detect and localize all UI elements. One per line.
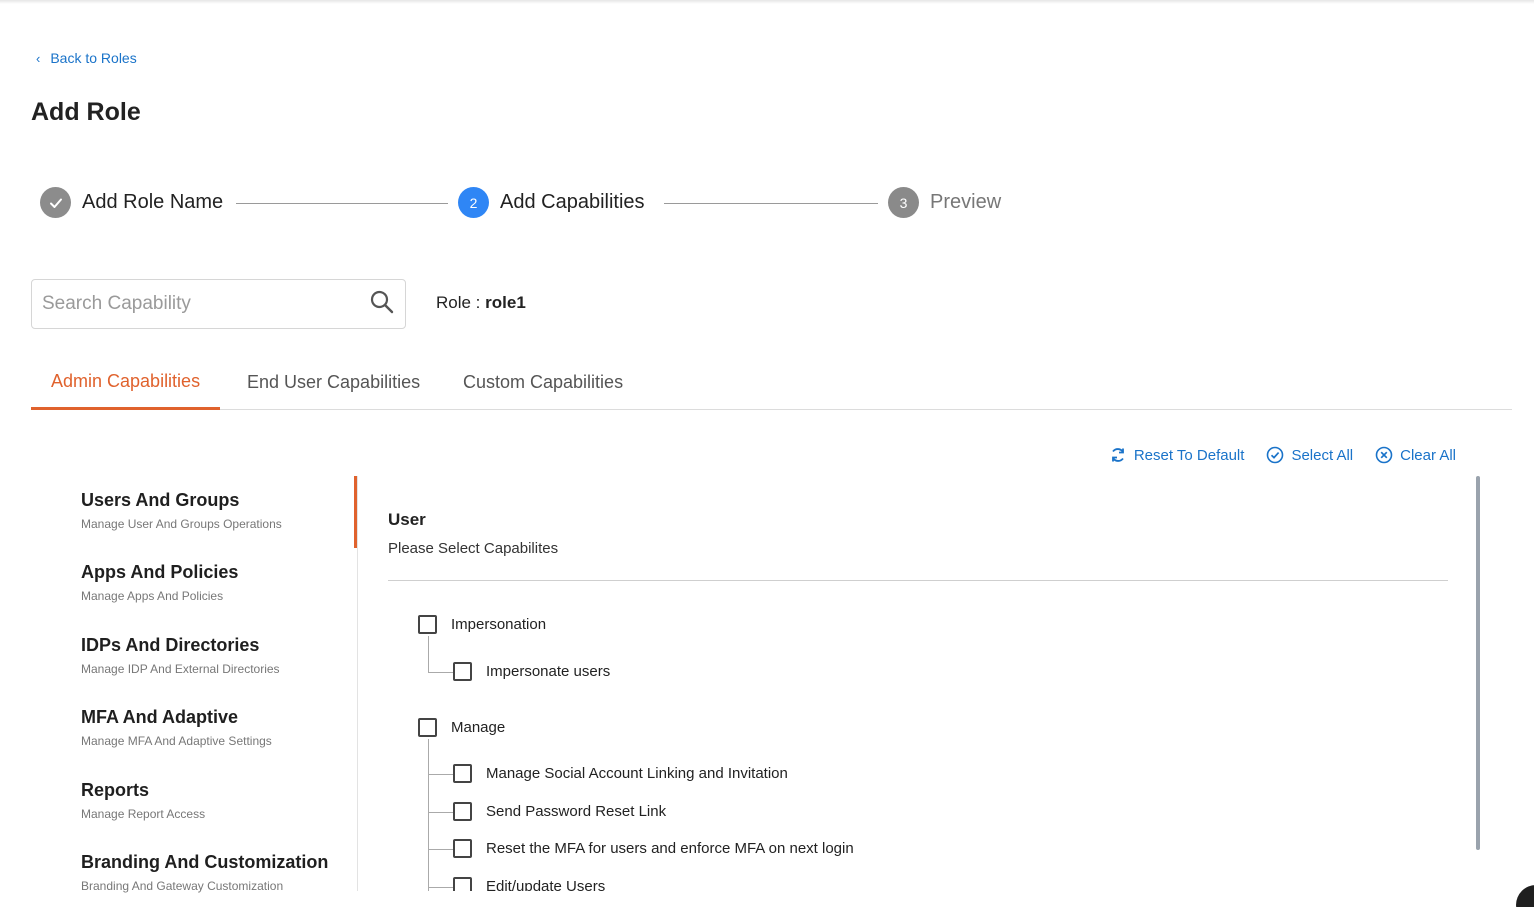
capability-item: Edit/update Users — [453, 877, 605, 891]
category-title: MFA And Adaptive — [81, 707, 238, 727]
category-list: Users And Groups Manage User And Groups … — [81, 476, 357, 893]
capability-item: Send Password Reset Link — [453, 802, 666, 821]
capability-group-manage: Manage — [418, 718, 505, 737]
category-subtitle: Manage Apps And Policies — [81, 589, 224, 603]
checkbox[interactable] — [453, 802, 472, 821]
capability-panel: User Please Select Capabilites Impersona… — [388, 476, 1448, 891]
capability-label: Impersonate users — [486, 663, 611, 680]
tree-line — [428, 739, 429, 891]
category-reports[interactable]: Reports Manage Report Access — [81, 780, 205, 821]
tree-line — [428, 849, 453, 850]
capability-item: Impersonate users — [453, 662, 610, 681]
capability-item: Reset the MFA for users and enforce MFA … — [453, 839, 854, 858]
tab-admin-capabilities[interactable]: Admin Capabilities — [31, 355, 221, 410]
capability-label: Reset the MFA for users and enforce MFA … — [486, 840, 854, 857]
clear-all-label: Clear All — [1400, 446, 1456, 464]
check-circle-icon — [1267, 446, 1284, 464]
category-subtitle: Manage Report Access — [81, 807, 206, 821]
role-indicator: Role : role1 — [436, 293, 526, 313]
checkbox[interactable] — [453, 662, 472, 681]
select-all-label: Select All — [1291, 446, 1354, 464]
active-category-indicator — [354, 476, 357, 548]
page-title: Add Role — [31, 98, 141, 126]
tree-line — [428, 672, 453, 673]
top-bar-shadow — [0, 0, 1534, 4]
tree-line — [428, 774, 453, 775]
checkbox[interactable] — [453, 764, 472, 783]
check-icon — [40, 187, 71, 218]
category-title: IDPs And Directories — [81, 635, 260, 655]
capability-label: Manage — [451, 719, 506, 736]
bulk-actions: Reset To Default Select All Clear All — [1109, 446, 1456, 464]
step-add-role-name[interactable]: Add Role Name — [40, 187, 223, 218]
category-subtitle: Manage User And Groups Operations — [81, 517, 282, 531]
category-divider — [357, 476, 358, 891]
panel-scrollbar[interactable] — [1476, 476, 1480, 850]
category-subtitle: Manage MFA And Adaptive Settings — [81, 734, 272, 748]
refresh-icon — [1111, 448, 1124, 462]
category-title: Reports — [81, 780, 150, 800]
role-name: role1 — [485, 293, 526, 312]
step-connector — [664, 203, 878, 204]
reset-label: Reset To Default — [1133, 446, 1245, 464]
tree-line — [428, 636, 429, 672]
capability-label: Send Password Reset Link — [486, 803, 667, 820]
capability-item: Manage Social Account Linking and Invita… — [453, 764, 788, 783]
capability-label: Manage Social Account Linking and Invita… — [486, 765, 788, 782]
reset-to-default-button[interactable]: Reset To Default — [1109, 446, 1245, 464]
category-mfa-and-adaptive[interactable]: MFA And Adaptive Manage MFA And Adaptive… — [81, 707, 272, 748]
checkbox[interactable] — [453, 839, 472, 858]
clear-all-button[interactable]: Clear All — [1375, 446, 1456, 464]
tree-line — [428, 887, 453, 888]
step-number: 2 — [458, 187, 489, 218]
step-number: 3 — [888, 187, 919, 218]
stepper: Add Role Name 2 Add Capabilities 3 Previ… — [40, 187, 1010, 221]
capability-label: Impersonation — [451, 616, 547, 633]
capability-tabs: Admin Capabilities End User Capabilities… — [31, 355, 1512, 410]
category-apps-and-policies[interactable]: Apps And Policies Manage Apps And Polici… — [81, 562, 238, 603]
category-subtitle: Branding And Gateway Customization — [81, 879, 284, 893]
category-users-and-groups[interactable]: Users And Groups Manage User And Groups … — [81, 490, 282, 531]
panel-divider — [388, 580, 1448, 581]
chevron-left-icon: ‹ — [36, 50, 41, 66]
checkbox[interactable] — [453, 877, 472, 891]
checkbox[interactable] — [418, 615, 437, 634]
step-connector — [236, 203, 448, 204]
back-link-label: Back to Roles — [50, 50, 137, 66]
step-preview[interactable]: 3 Preview — [888, 187, 1001, 218]
tree-line — [428, 812, 453, 813]
search-input[interactable] — [42, 293, 369, 315]
checkbox[interactable] — [418, 718, 437, 737]
step-label: Add Role Name — [82, 191, 224, 213]
step-add-capabilities[interactable]: 2 Add Capabilities — [458, 187, 645, 218]
close-circle-icon — [1375, 446, 1393, 464]
search-capability-box — [31, 279, 406, 329]
step-label: Preview — [930, 191, 1002, 213]
panel-title: User — [388, 510, 426, 529]
capability-label: Edit/update Users — [486, 878, 606, 891]
tab-custom-capabilities[interactable]: Custom Capabilities — [443, 355, 643, 409]
role-prefix: Role : — [436, 293, 486, 312]
category-title: Apps And Policies — [81, 562, 239, 582]
category-branding-and-customization[interactable]: Branding And Customization Branding And … — [81, 852, 328, 893]
search-icon[interactable] — [369, 289, 395, 320]
category-title: Branding And Customization — [81, 852, 329, 872]
category-idps-and-directories[interactable]: IDPs And Directories Manage IDP And Exte… — [81, 635, 280, 676]
category-subtitle: Manage IDP And External Directories — [81, 662, 280, 676]
category-title: Users And Groups — [81, 490, 240, 510]
panel-subtitle: Please Select Capabilites — [388, 540, 559, 557]
back-to-roles-link[interactable]: ‹ Back to Roles — [36, 50, 137, 66]
capability-group-impersonation: Impersonation — [418, 615, 546, 634]
step-label: Add Capabilities — [500, 191, 645, 213]
select-all-button[interactable]: Select All — [1266, 446, 1353, 464]
tab-end-user-capabilities[interactable]: End User Capabilities — [227, 355, 440, 409]
chat-widget-button[interactable] — [1516, 885, 1534, 907]
